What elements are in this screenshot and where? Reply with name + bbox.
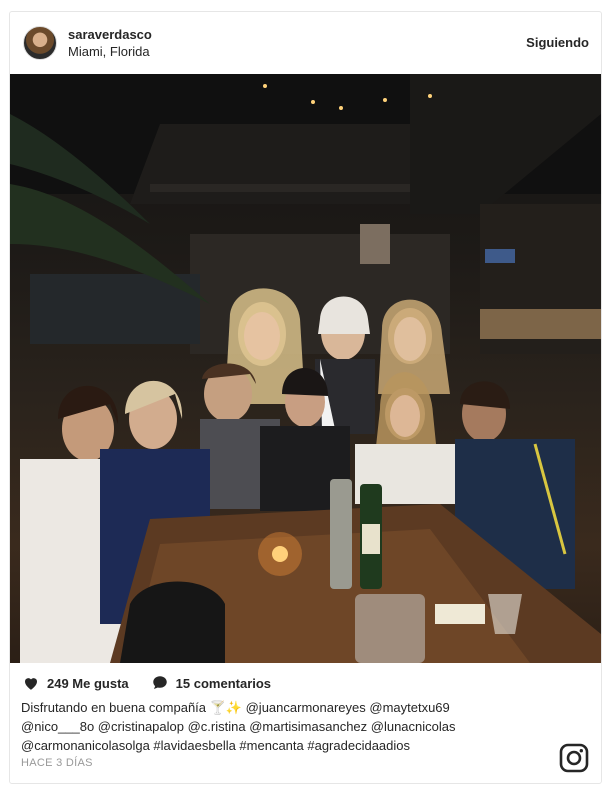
caption-line: @nico___8o @cristinapalop @c.ristina @ma… [21,719,456,734]
location[interactable]: Miami, Florida [68,43,152,60]
post-header: saraverdasco Miami, Florida Siguiendo [10,12,601,74]
post-caption: Disfrutando en buena compañía 🍸✨ @juanca… [21,698,581,755]
post-photo[interactable] [10,74,601,663]
likes-count[interactable]: 249 Me gusta [47,676,129,691]
username[interactable]: saraverdasco [68,26,152,43]
comment-bubble-icon[interactable] [151,674,169,692]
instagram-post-card: saraverdasco Miami, Florida Siguiendo 24… [9,11,602,784]
instagram-icon[interactable] [559,743,589,773]
avatar[interactable] [23,26,57,60]
group-photo-illustration [10,74,601,663]
caption-line: Disfrutando en buena compañía 🍸✨ @juanca… [21,700,450,715]
user-meta: saraverdasco Miami, Florida [68,26,152,60]
caption-line: @carmonanicolasolga #lavidaesbella #menc… [21,738,411,753]
post-actions: 249 Me gusta 15 comentarios [22,672,271,694]
post-timestamp[interactable]: HACE 3 DÍAS [21,757,93,769]
heart-icon[interactable] [22,674,40,692]
following-button[interactable]: Siguiendo [526,35,589,50]
comments-count[interactable]: 15 comentarios [176,676,271,691]
